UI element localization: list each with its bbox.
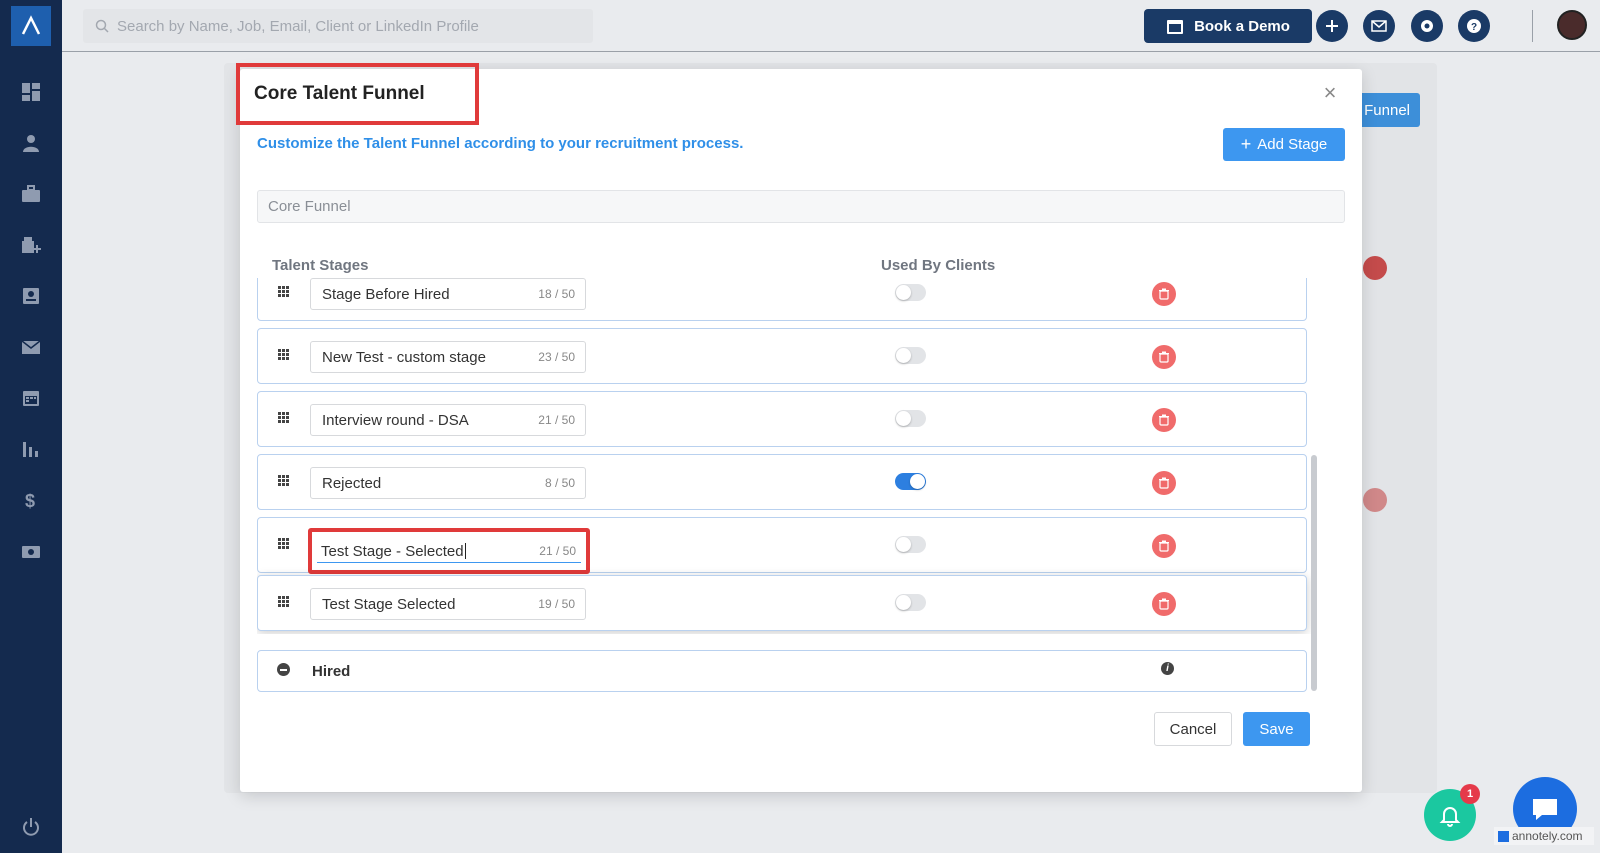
stage-name: Test Stage - Selected — [321, 542, 464, 560]
drag-handle-icon[interactable] — [278, 538, 290, 550]
used-by-clients-toggle[interactable] — [895, 536, 926, 553]
stage-name-input[interactable]: Rejected 8 / 50 — [310, 467, 586, 499]
stage-row: New Test - custom stage 23 / 50 — [257, 328, 1307, 384]
char-count: 21 / 50 — [538, 413, 575, 427]
char-count: 21 / 50 — [539, 544, 576, 558]
stage-name-input[interactable]: Test Stage Selected 19 / 50 — [310, 588, 586, 620]
watermark: annotely.com — [1494, 827, 1594, 845]
talent-funnel-modal: Core Talent Funnel × Customize the Talen… — [236, 63, 1362, 792]
stage-name-input[interactable]: Interview round - DSA 21 / 50 — [310, 404, 586, 436]
stage-name-input-editing[interactable]: Test Stage - Selected 21 / 50 — [308, 528, 590, 574]
stage-name-input[interactable]: Stage Before Hired 18 / 50 — [310, 278, 586, 310]
delete-icon[interactable] — [1152, 282, 1176, 306]
close-icon[interactable]: × — [1320, 82, 1340, 104]
used-by-clients-toggle[interactable] — [895, 594, 926, 611]
delete-icon[interactable] — [1152, 471, 1176, 495]
bell-icon — [1439, 807, 1461, 827]
focus-underline — [317, 562, 581, 563]
char-count: 8 / 50 — [544, 476, 575, 490]
stage-name: Rejected — [322, 474, 382, 492]
used-by-clients-toggle[interactable] — [895, 410, 926, 427]
chat-icon — [1533, 799, 1557, 820]
delete-icon[interactable] — [1152, 592, 1176, 616]
stage-list-scrollbar[interactable] — [1311, 455, 1317, 691]
stage-row: Test Stage Selected 19 / 50 — [257, 575, 1307, 631]
hired-stage-row: Hired i — [257, 650, 1307, 692]
drag-handle-icon[interactable] — [278, 286, 290, 298]
drag-handle-icon[interactable] — [278, 412, 290, 424]
column-header-stages: Talent Stages — [272, 257, 369, 274]
stage-name-input[interactable]: New Test - custom stage 23 / 50 — [310, 341, 586, 373]
drag-handle-icon[interactable] — [278, 596, 290, 608]
modal-title-highlight: Core Talent Funnel — [236, 63, 479, 125]
delete-icon[interactable] — [1152, 534, 1176, 558]
modal-title: Core Talent Funnel — [254, 83, 425, 104]
used-by-clients-toggle[interactable] — [895, 347, 926, 364]
stage-row: Rejected 8 / 50 — [257, 454, 1307, 510]
stage-row: Interview round - DSA 21 / 50 — [257, 391, 1307, 447]
used-by-clients-toggle[interactable] — [895, 473, 926, 490]
drag-handle-icon[interactable] — [278, 349, 290, 361]
char-count: 19 / 50 — [538, 597, 575, 611]
plus-icon: + — [1240, 134, 1252, 154]
modal-subtitle: Customize the Talent Funnel according to… — [257, 135, 744, 152]
stage-name: Stage Before Hired — [322, 285, 450, 303]
add-stage-label: Add Stage — [1257, 136, 1328, 153]
stage-name: New Test - custom stage — [322, 348, 486, 366]
stage-row: Stage Before Hired 18 / 50 — [257, 278, 1307, 321]
char-count: 18 / 50 — [538, 287, 575, 301]
funnel-name-field[interactable]: Core Funnel — [257, 190, 1345, 223]
used-by-clients-toggle[interactable] — [895, 284, 926, 301]
hired-label: Hired — [312, 663, 351, 680]
delete-icon[interactable] — [1152, 408, 1176, 432]
char-count: 23 / 50 — [538, 350, 575, 364]
save-button[interactable]: Save — [1243, 712, 1310, 746]
notifications-button[interactable]: 1 — [1424, 784, 1480, 841]
stage-row: Test Stage - Selected 21 / 50 — [257, 517, 1307, 574]
watermark-logo-icon — [1498, 830, 1509, 842]
drag-handle-icon[interactable] — [278, 475, 290, 487]
add-stage-button[interactable]: + Add Stage — [1223, 128, 1345, 161]
info-icon[interactable]: i — [1161, 662, 1174, 675]
cancel-button[interactable]: Cancel — [1154, 712, 1232, 746]
watermark-text: annotely.com — [1512, 829, 1583, 843]
text-cursor — [464, 543, 466, 559]
stage-name: Interview round - DSA — [322, 411, 469, 429]
stage-name: Test Stage Selected — [322, 595, 456, 613]
column-header-clients: Used By Clients — [881, 257, 996, 274]
minus-circle-icon — [277, 663, 290, 676]
notification-badge: 1 — [1460, 784, 1480, 804]
stage-list: Stage Before Hired 18 / 50 New Test - cus… — [257, 278, 1317, 634]
delete-icon[interactable] — [1152, 345, 1176, 369]
